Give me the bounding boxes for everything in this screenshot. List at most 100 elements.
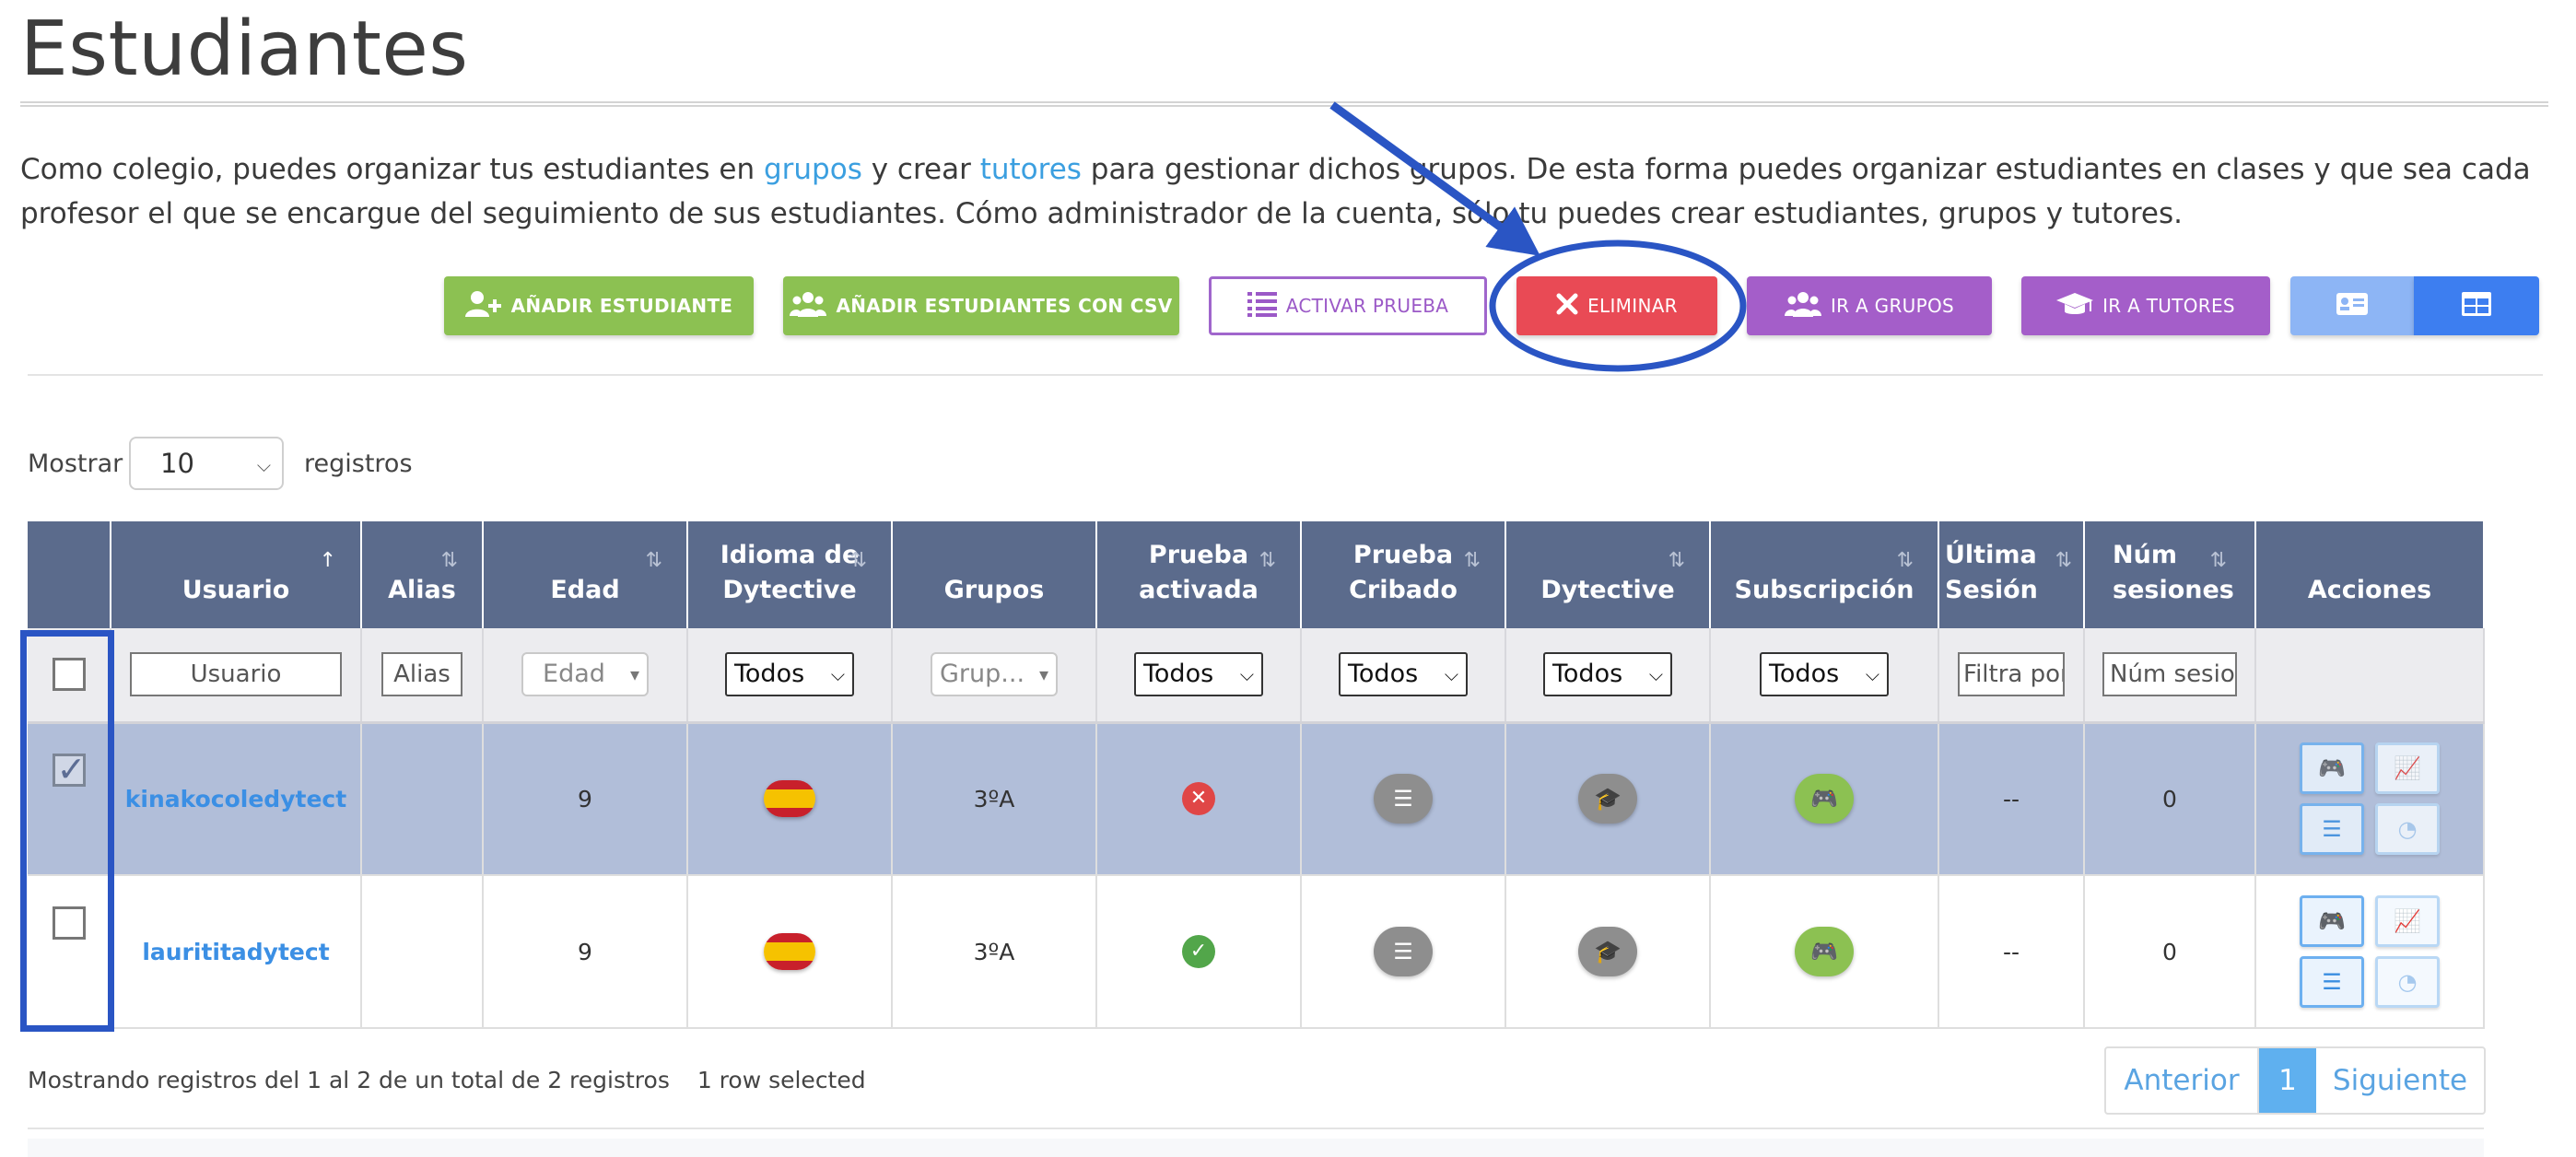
subscripcion-cell: 🎮 [1710,722,1939,876]
go-groups-button[interactable]: IR A GRUPOS [1747,276,1992,335]
next-page-button[interactable]: Siguiente [2316,1048,2484,1113]
filter-prueba-activada-select[interactable]: Todos ⌵ [1134,652,1263,697]
num-sesiones-cell: 0 [2084,875,2256,1029]
actions-group: 🎮 📈 ☰ ◔ [2300,895,2440,1008]
intro-part-2: y crear [861,153,980,186]
num-sesiones-cell: 0 [2084,722,2256,876]
gauge-icon[interactable]: ◔ [2375,956,2440,1008]
header-alias[interactable]: ⇅ Alias [361,521,484,628]
graduation-cap-icon [2056,291,2094,321]
delete-button[interactable]: ELIMINAR [1516,276,1717,335]
header-usuario[interactable]: ↑ Usuario [111,521,362,628]
add-student-button[interactable]: AÑADIR ESTUDIANTE [444,276,754,335]
go-tutors-label: IR A TUTORES [2102,295,2235,317]
tutors-link[interactable]: tutores [980,153,1082,186]
actions-group: 🎮 📈 ☰ ◔ [2300,742,2440,856]
prueba-activada-cell: ✓ [1096,875,1302,1029]
prueba-cribado-cell: ☰ [1301,722,1506,876]
filter-alias-input[interactable]: Alias [381,652,463,697]
filter-alias-cell: Alias [361,628,484,724]
header-prueba-activada[interactable]: ⇅ Prueba activada [1096,521,1302,628]
header-edad[interactable]: ⇅ Edad [483,521,688,628]
list-icon[interactable]: ☰ [2300,803,2364,856]
filter-subscripcion-value: Todos [1769,660,1840,689]
header-ultima-sesion[interactable]: ⇅ Última Sesión [1938,521,2085,628]
filter-num-sesiones-input[interactable]: Núm sesiones [2102,652,2237,697]
page-1-button[interactable]: 1 [2259,1048,2316,1113]
filter-subscripcion-select[interactable]: Todos ⌵ [1760,652,1889,697]
add-students-csv-button[interactable]: AÑADIR ESTUDIANTES CON CSV [783,276,1179,335]
activate-test-button[interactable]: ACTIVAR PRUEBA [1209,276,1487,335]
filter-ultima-sesion-cell: Filtra por [1938,628,2085,724]
header-subscripcion[interactable]: ⇅ Subscripción [1710,521,1939,628]
gauge-icon[interactable]: ◔ [2375,803,2440,856]
filter-grupos-select[interactable]: Grup... ▾ [931,652,1058,697]
header-idioma[interactable]: ⇅ Idioma de Dytective [687,521,893,628]
id-card-icon [2336,292,2369,321]
gamepad-icon[interactable]: 🎮 [2300,895,2364,947]
page-length-select[interactable]: 10 ⌵ [129,437,284,490]
filter-idioma-select[interactable]: Todos ⌵ [725,652,854,697]
filter-ultima-sesion-input[interactable]: Filtra por [1958,652,2065,697]
usuario-link[interactable]: kinakocoledytect [125,786,346,812]
toolbar-divider [28,374,2543,376]
table-row[interactable]: laurititadytect 9 3ºA ✓ ☰ 🎓 🎮 -- 0 🎮 📈 ☰… [28,875,2485,1029]
list-icon[interactable]: ☰ [1374,774,1433,824]
header-alias-label: Alias [388,576,456,604]
edad-cell: 9 [483,722,688,876]
usuario-link[interactable]: laurititadytect [142,939,329,965]
spain-flag-icon [764,933,815,970]
filter-usuario-input[interactable]: Usuario [130,652,342,697]
filter-prueba-cribado-cell: Todos ⌵ [1301,628,1506,724]
footer-divider [28,1128,2484,1129]
sort-icon: ⇅ [849,549,867,572]
show-label: Mostrar [28,450,123,478]
filter-edad-select[interactable]: Edad ▾ [521,652,649,697]
table-info: Mostrando registros del 1 al 2 de un tot… [28,1067,866,1093]
header-ultima-sesion-label: Última Sesión [1945,541,2038,604]
filter-grupos-cell: Grup... ▾ [892,628,1097,724]
header-num-sesiones[interactable]: ⇅ Núm sesiones [2084,521,2256,628]
line-chart-icon[interactable]: 📈 [2375,895,2440,947]
table-view-button[interactable] [2414,276,2539,335]
filter-prueba-cribado-select[interactable]: Todos ⌵ [1339,652,1468,697]
subscripcion-cell: 🎮 [1710,875,1939,1029]
sort-icon: ⇅ [645,549,662,572]
card-view-button[interactable] [2290,276,2414,335]
usuario-cell: laurititadytect [111,875,362,1029]
sort-icon: ⇅ [2055,549,2072,572]
table-row[interactable]: kinakocoledytect 9 3ºA ✕ ☰ 🎓 🎮 -- 0 🎮 📈 … [28,722,2485,876]
intro-text: Como colegio, puedes organizar tus estud… [20,147,2545,236]
gamepad-icon[interactable]: 🎮 [2300,742,2364,795]
users-icon [1784,290,1821,322]
list-icon[interactable]: ☰ [1374,927,1433,976]
gamepad-icon[interactable]: 🎮 [1795,927,1854,976]
caret-down-icon: ▾ [1038,663,1048,686]
selected-rows-info: 1 row selected [697,1067,866,1093]
caret-down-icon: ▾ [629,663,639,686]
filter-dytective-select[interactable]: Todos ⌵ [1543,652,1672,697]
previous-page-button[interactable]: Anterior [2106,1048,2259,1113]
list-icon[interactable]: ☰ [2300,956,2364,1008]
graduation-cap-icon[interactable]: 🎓 [1578,927,1637,976]
table-icon [2461,291,2492,321]
sort-icon: ⇅ [1668,549,1685,572]
go-tutors-button[interactable]: IR A TUTORES [2021,276,2270,335]
chevron-down-icon: ⌵ [1444,663,1458,686]
header-dytective[interactable]: ⇅ Dytective [1505,521,1711,628]
groups-link[interactable]: grupos [764,153,862,186]
filter-dytective-cell: Todos ⌵ [1505,628,1711,724]
header-acciones-label: Acciones [2307,576,2432,604]
graduation-cap-icon[interactable]: 🎓 [1578,774,1637,824]
check-circle-icon: ✓ [1182,935,1215,968]
filter-prueba-activada-cell: Todos ⌵ [1096,628,1302,724]
sort-icon: ⇅ [2209,549,2227,572]
grupos-cell: 3ºA [892,875,1097,1029]
header-prueba-cribado[interactable]: ⇅ Prueba Cribado [1301,521,1506,628]
gamepad-icon[interactable]: 🎮 [1795,774,1854,824]
go-groups-label: IR A GRUPOS [1830,295,1955,317]
header-acciones: Acciones [2255,521,2485,628]
users-icon [790,290,827,322]
header-usuario-label: Usuario [181,576,290,604]
line-chart-icon[interactable]: 📈 [2375,742,2440,795]
